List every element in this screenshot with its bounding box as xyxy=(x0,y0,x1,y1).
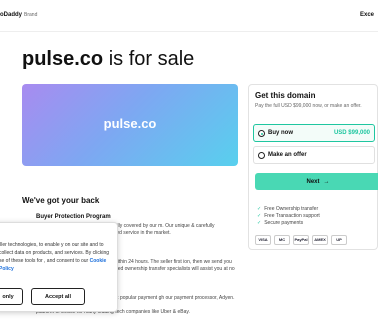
payment-methods: VISA MC PayPal AMEX UP xyxy=(255,235,350,245)
buy-now-option[interactable]: Buy now USD $99,000 xyxy=(253,124,375,142)
feature-text: Secure payments xyxy=(264,220,304,226)
feature-item: ✓ Free Ownership transfer xyxy=(257,206,318,212)
page-title: pulse.co is for sale xyxy=(22,48,194,71)
nav-link[interactable]: Exce xyxy=(360,12,374,18)
panel-description: Pay the full USD $99,000 now, or make an… xyxy=(255,103,362,109)
brand-logo[interactable]: oDaddy Brand xyxy=(0,12,37,18)
domain-hero-banner: pulse.co xyxy=(22,84,238,166)
feature-text: Free Transaction support xyxy=(264,213,320,219)
make-offer-label: Make an offer xyxy=(268,152,307,158)
arrow-right-icon: → xyxy=(323,178,330,185)
title-suffix: is for sale xyxy=(108,48,195,70)
amex-icon: AMEX xyxy=(312,235,328,245)
feature-text: Free Ownership transfer xyxy=(264,206,319,212)
buy-now-radio[interactable] xyxy=(258,130,265,137)
cookie-banner: iller technologies, to enable y on our s… xyxy=(0,222,118,312)
section-heading: We've got your back xyxy=(22,196,100,205)
title-domain: pulse.co xyxy=(22,48,104,70)
cookie-text: iller technologies, to enable y on our s… xyxy=(0,241,113,273)
check-icon: ✓ xyxy=(257,206,262,212)
panel-title: Get this domain xyxy=(255,91,316,100)
paypal-icon: PayPal xyxy=(293,235,309,245)
buy-now-label: Buy now xyxy=(268,130,293,136)
accept-all-button[interactable]: Accept all xyxy=(31,288,85,305)
brand-name: oDaddy xyxy=(0,12,23,18)
feature-item: ✓ Free Transaction support xyxy=(257,213,320,219)
check-icon: ✓ xyxy=(257,220,262,226)
feature-item: ✓ Secure payments xyxy=(257,220,303,226)
mastercard-icon: MC xyxy=(274,235,290,245)
check-icon: ✓ xyxy=(257,213,262,219)
top-bar: oDaddy Brand Exce xyxy=(0,0,378,32)
next-button[interactable]: Next → xyxy=(255,173,378,190)
essential-only-button[interactable]: only xyxy=(0,288,23,305)
make-offer-radio[interactable] xyxy=(258,152,265,159)
hero-domain-text: pulse.co xyxy=(103,116,157,131)
visa-icon: VISA xyxy=(255,235,271,245)
next-label: Next xyxy=(306,178,320,185)
buy-now-price: USD $99,000 xyxy=(333,130,370,136)
protection-title: Buyer Protection Program xyxy=(36,214,111,220)
purchase-panel: Get this domain Pay the full USD $99,000… xyxy=(248,84,378,250)
make-offer-option[interactable]: Make an offer xyxy=(253,146,375,164)
brand-sub: Brand xyxy=(24,12,38,18)
unionpay-icon: UP xyxy=(331,235,347,245)
